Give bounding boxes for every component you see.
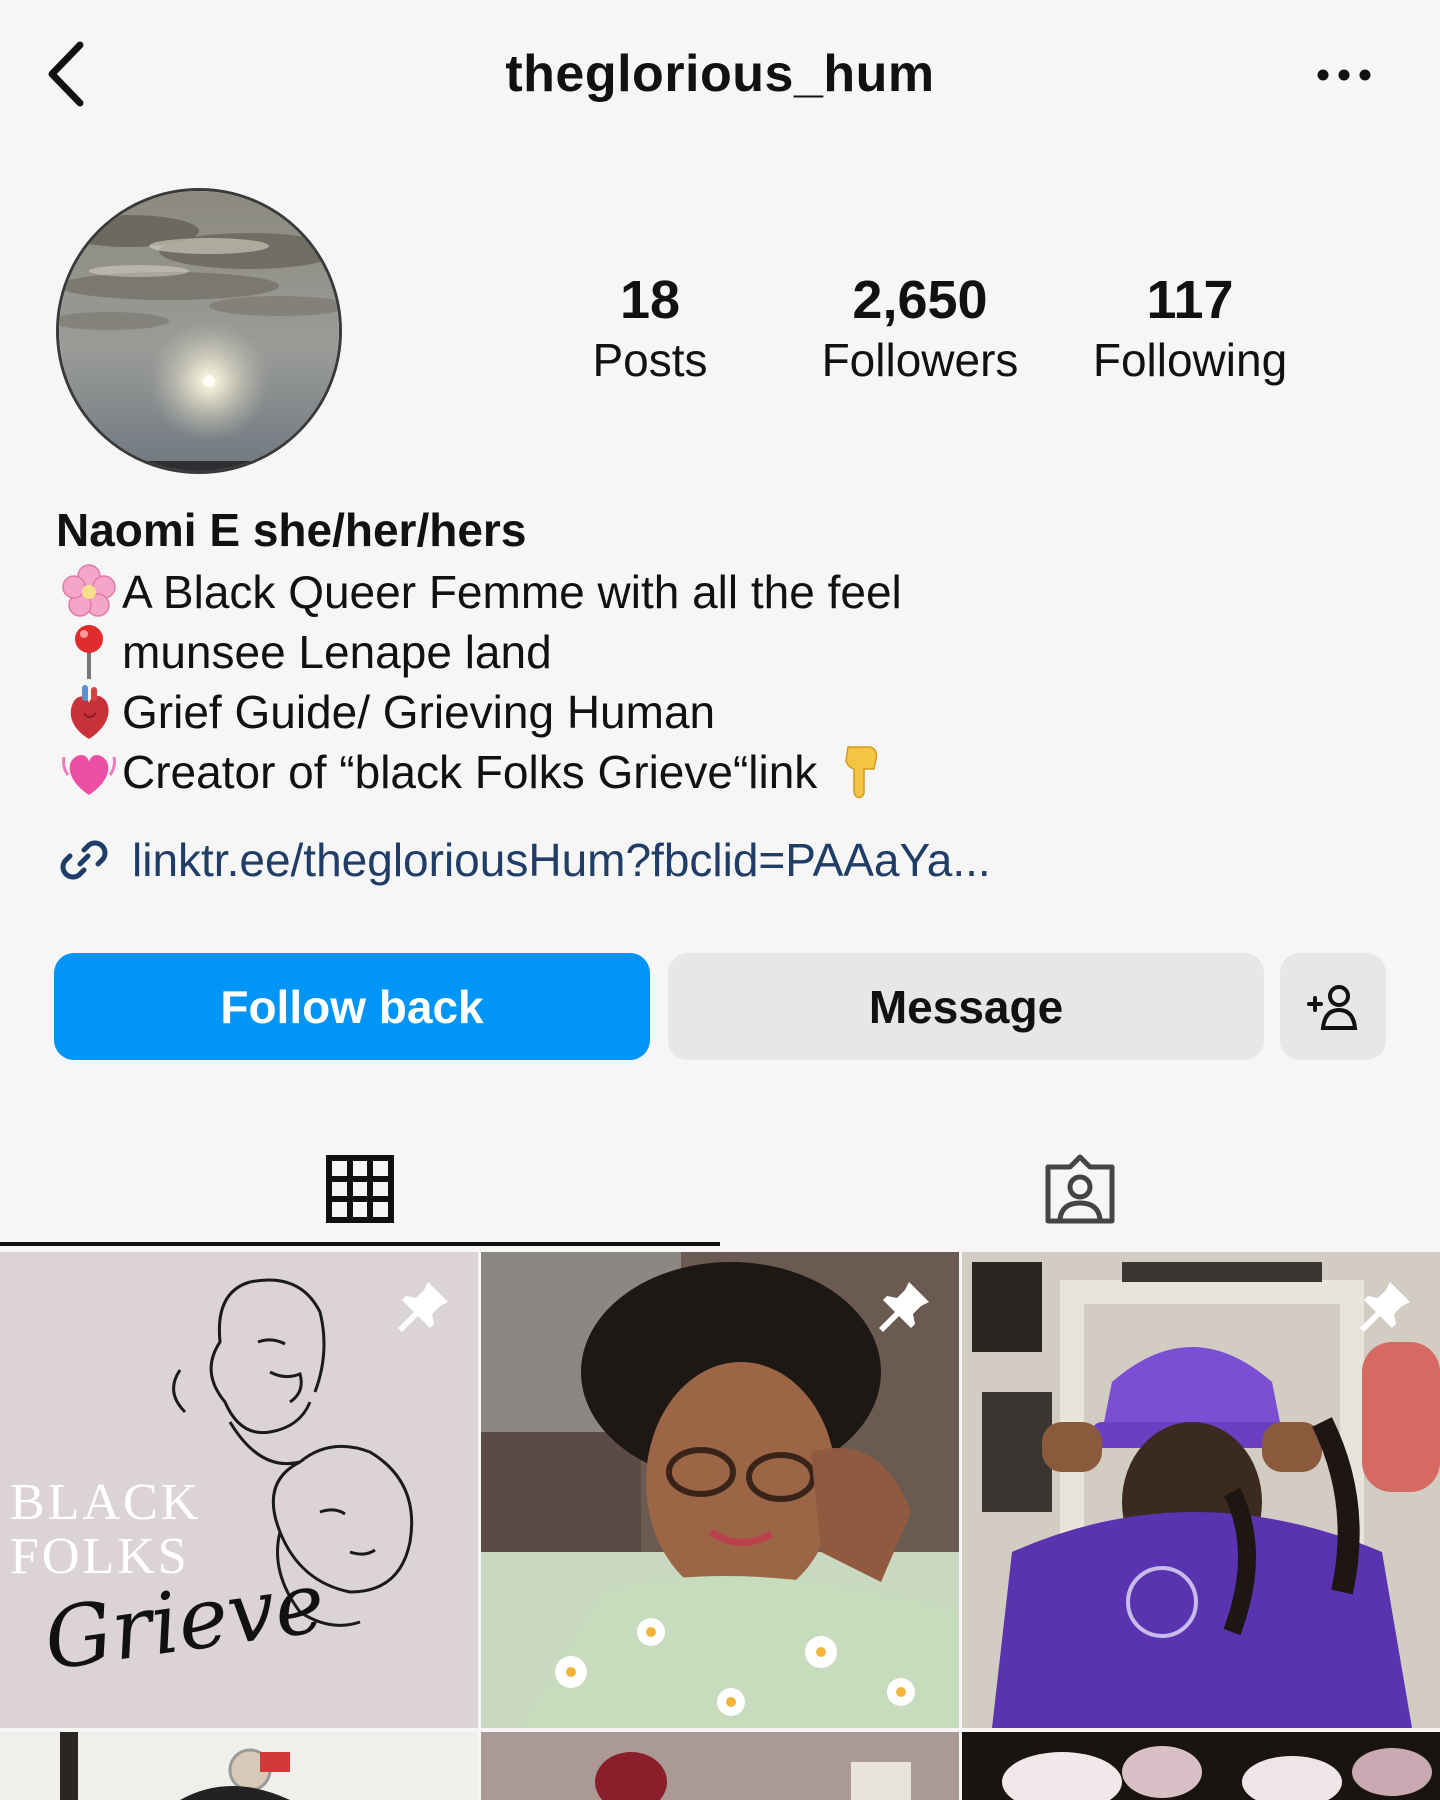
- follow-back-button[interactable]: Follow back: [54, 953, 650, 1060]
- bio-line-text: Grief Guide/ Grieving Human: [122, 686, 716, 738]
- active-tab-indicator: [0, 1242, 720, 1246]
- bio-line-text: munsee Lenape land: [122, 626, 552, 678]
- bio-line: A Black Queer Femme with all the feel: [56, 562, 1386, 622]
- message-button[interactable]: Message: [668, 953, 1264, 1060]
- post-tile[interactable]: [962, 1252, 1440, 1728]
- tab-tagged[interactable]: [720, 1130, 1440, 1248]
- profile-avatar[interactable]: [56, 188, 342, 474]
- following-count-value: 117: [1146, 270, 1234, 330]
- followers-count-label: Followers: [821, 334, 1019, 386]
- display-name: Naomi E she/her/hers: [56, 504, 527, 556]
- bio-line: Creator of “black Folks Grieve“link: [56, 742, 1386, 802]
- more-options-button[interactable]: [1304, 50, 1384, 100]
- post-tile[interactable]: [481, 1252, 959, 1728]
- tagged-user-icon: [1045, 1154, 1115, 1224]
- bio-line-text: A Black Queer Femme with all the feel: [122, 566, 902, 618]
- post-photo: [481, 1732, 959, 1800]
- tab-posts-grid[interactable]: [0, 1130, 720, 1248]
- post-tile[interactable]: [962, 1732, 1440, 1800]
- posts-count-value: 18: [619, 270, 681, 330]
- following-count-label: Following: [1092, 334, 1288, 386]
- post-tile[interactable]: [481, 1732, 959, 1800]
- post-caption-line: BLACK: [10, 1474, 202, 1531]
- bio-link[interactable]: linktr.ee/thegloriousHum?fbclid=PAAaYa..…: [56, 832, 991, 888]
- posts-count-label: Posts: [592, 334, 708, 386]
- following-count[interactable]: 117 Following: [1070, 268, 1310, 388]
- followers-count[interactable]: 2,650 Followers: [800, 268, 1040, 388]
- backhand-index-pointing-down-icon: [829, 742, 895, 802]
- bio-line-text: Creator of “black Folks Grieve“link: [122, 746, 818, 798]
- bio-line: Grief Guide/ Grieving Human: [56, 682, 1386, 742]
- anatomical-heart-icon: [56, 682, 122, 742]
- avatar-sky-image: [59, 191, 339, 471]
- pinned-icon: [1360, 1282, 1410, 1332]
- post-caption-text: BLACK FOLKS: [10, 1476, 201, 1584]
- post-tile[interactable]: [0, 1732, 478, 1800]
- more-horizontal-icon: [1317, 69, 1371, 81]
- followers-count-value: 2,650: [852, 270, 988, 330]
- round-pushpin-icon: [56, 622, 122, 682]
- grid-icon: [326, 1155, 394, 1223]
- post-photo: [962, 1732, 1440, 1800]
- posts-count[interactable]: 18 Posts: [570, 268, 730, 388]
- pinned-icon: [879, 1282, 929, 1332]
- profile-username: theglorious_hum: [505, 45, 935, 103]
- link-icon: [60, 840, 108, 880]
- profile-bio: Naomi E she/her/hers A Black Queer Femme…: [56, 498, 1386, 802]
- suggested-users-button[interactable]: [1280, 953, 1386, 1060]
- post-tile[interactable]: BLACK FOLKS Grieve: [0, 1252, 478, 1728]
- bio-line: munsee Lenape land: [56, 622, 1386, 682]
- growing-heart-icon: [56, 742, 122, 802]
- profile-header: theglorious_hum: [0, 0, 1440, 150]
- add-user-icon: [1307, 984, 1358, 1030]
- post-photo: [0, 1732, 478, 1800]
- pinned-icon: [398, 1282, 448, 1332]
- bio-link-text: linktr.ee/thegloriousHum?fbclid=PAAaYa..…: [132, 834, 991, 886]
- cherry-blossom-icon: [56, 562, 122, 622]
